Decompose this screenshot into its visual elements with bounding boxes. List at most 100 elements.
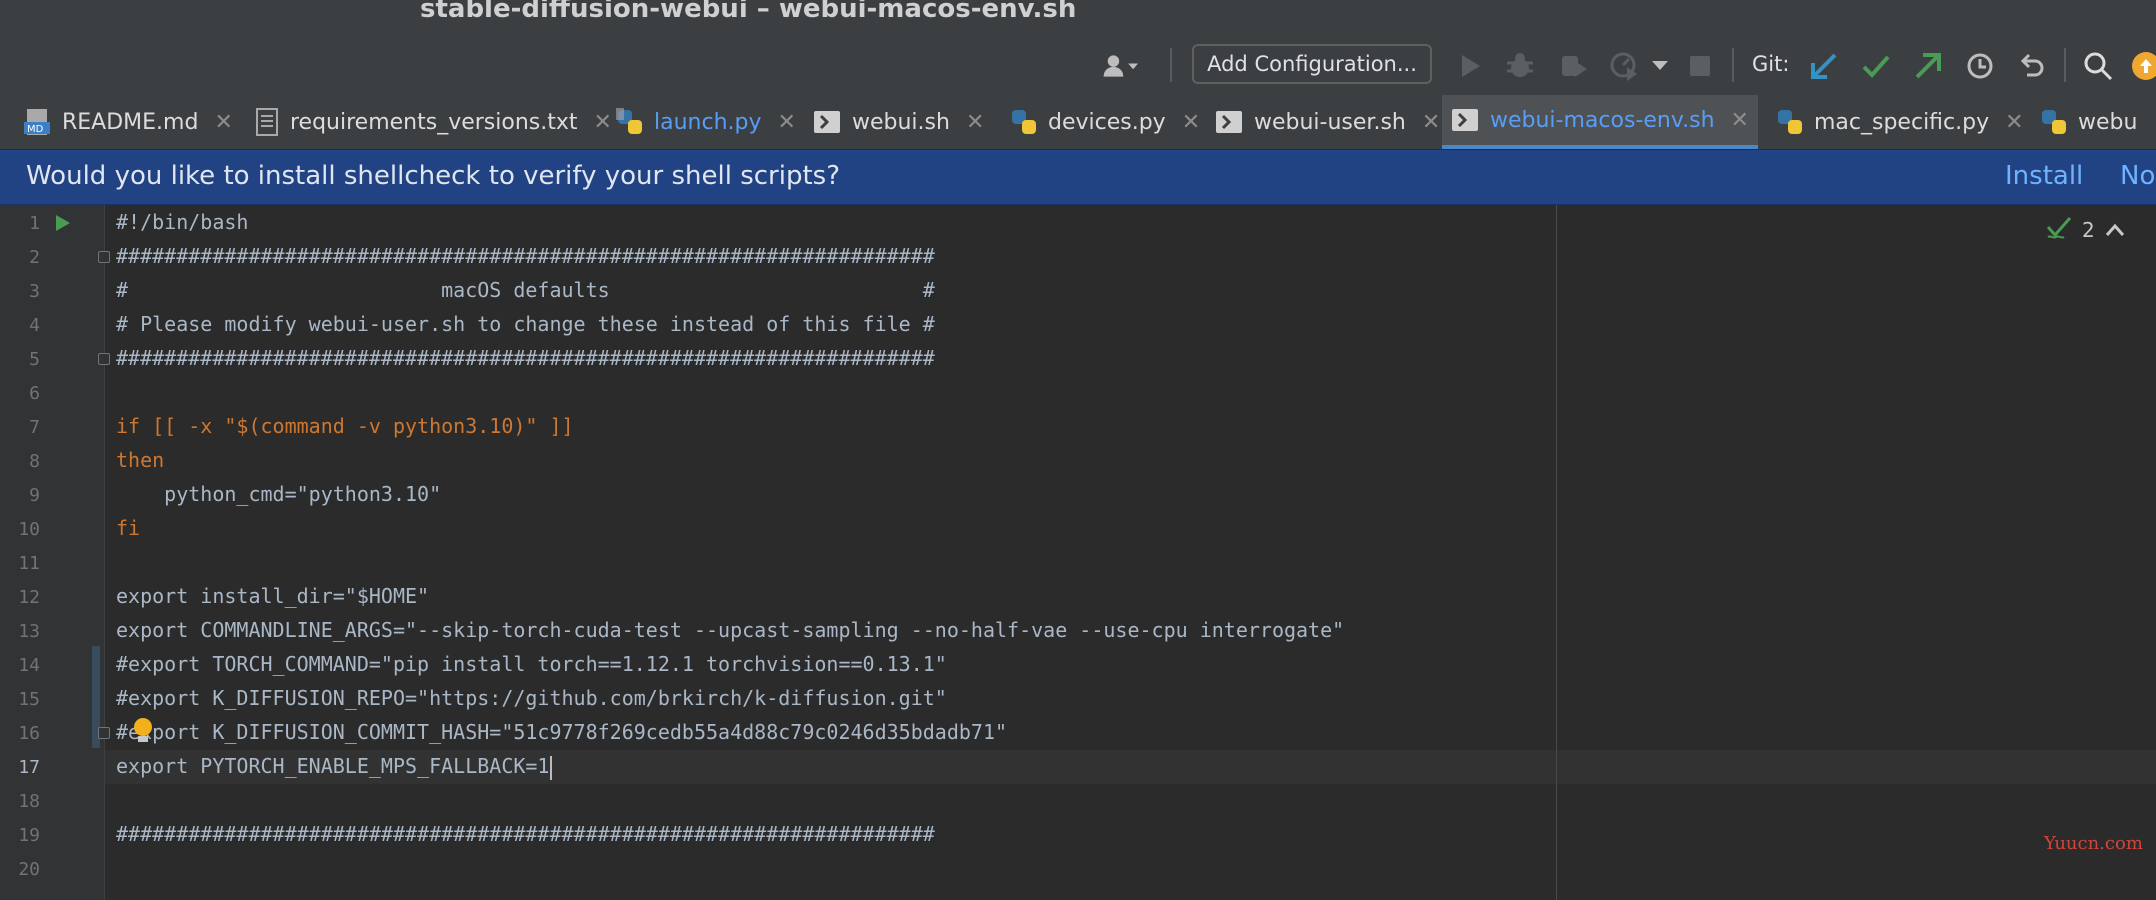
line-number: 9 — [29, 485, 40, 506]
search-icon[interactable] — [2080, 48, 2116, 84]
svg-text:MD: MD — [27, 124, 44, 135]
code-line-3: # macOS defaults # — [116, 278, 935, 302]
watermark: Yuucn.com — [2044, 833, 2143, 854]
add-configuration-button[interactable]: Add Configuration... — [1192, 44, 1432, 84]
line-number: 3 — [29, 281, 40, 302]
tab-label: devices.py — [1048, 109, 1166, 135]
no-link[interactable]: No — [2120, 161, 2155, 191]
tab-label: launch.py — [654, 109, 762, 135]
shell-file-icon — [814, 109, 840, 135]
user-icon[interactable] — [1102, 48, 1138, 84]
notification-text: Would you like to install shellcheck to … — [26, 161, 841, 191]
coverage-icon[interactable] — [1556, 48, 1592, 84]
tab-readme[interactable]: MD README.md ✕ — [14, 95, 234, 149]
line-number: 11 — [18, 553, 40, 574]
chevron-down-icon[interactable] — [1642, 48, 1678, 84]
tab-label: webui.sh — [852, 109, 950, 135]
python-file-icon — [2040, 109, 2066, 135]
python-file-icon — [616, 108, 642, 135]
history-icon[interactable] — [1962, 48, 1998, 84]
line-number: 2 — [29, 247, 40, 268]
toolbar-separator — [1170, 48, 1172, 82]
line-number: 6 — [29, 383, 40, 404]
tab-mac-specific-py[interactable]: mac_specific.py ✕ — [1766, 95, 2024, 149]
fold-icon[interactable] — [98, 727, 110, 739]
git-commit-icon[interactable] — [1858, 48, 1894, 84]
run-icon[interactable] — [1452, 48, 1488, 84]
chevron-up-icon[interactable] — [2105, 218, 2125, 242]
git-push-icon[interactable] — [1910, 48, 1946, 84]
tab-devices-py[interactable]: devices.py ✕ — [1000, 95, 1200, 149]
intention-bulb-icon[interactable] — [132, 717, 154, 749]
code-line-9: python_cmd="python3.10" — [116, 482, 442, 506]
tab-requirements-versions[interactable]: requirements_versions.txt ✕ — [246, 95, 612, 149]
shellcheck-notification-bar: Would you like to install shellcheck to … — [0, 150, 2156, 205]
fold-icon[interactable] — [98, 251, 110, 263]
check-icon — [2046, 215, 2072, 244]
code-line-2: ########################################… — [116, 244, 935, 268]
close-icon[interactable]: ✕ — [214, 110, 232, 135]
stop-icon[interactable] — [1682, 48, 1718, 84]
tab-webui-sh[interactable]: webui.sh ✕ — [804, 95, 984, 149]
code-line-13: export COMMANDLINE_ARGS="--skip-torch-cu… — [116, 618, 1345, 642]
code-line-4: # Please modify webui-user.sh to change … — [116, 312, 935, 336]
code-line-16: #export K_DIFFUSION_COMMIT_HASH="51c9778… — [116, 720, 1008, 744]
code-line-7: if [[ -x "$(command -v python3.10)" ]] — [116, 414, 574, 438]
close-icon[interactable]: ✕ — [1422, 110, 1440, 135]
git-update-icon[interactable] — [1806, 48, 1842, 84]
line-number: 20 — [18, 859, 40, 880]
tab-label: requirements_versions.txt — [290, 109, 578, 135]
close-icon[interactable]: ✕ — [966, 110, 984, 135]
code-line-12: export install_dir="$HOME" — [116, 584, 430, 608]
code-line-19: ########################################… — [116, 822, 935, 846]
tab-webui-py[interactable]: webu — [2030, 95, 2156, 149]
line-number: 19 — [18, 825, 40, 846]
line-number: 10 — [18, 519, 40, 540]
close-icon[interactable]: ✕ — [778, 110, 796, 135]
close-icon[interactable]: ✕ — [2005, 110, 2023, 135]
code-line-10: fi — [116, 516, 141, 540]
line-number: 8 — [29, 451, 40, 472]
markdown-file-icon: MD — [24, 109, 50, 135]
tab-label: webui-macos-env.sh — [1490, 107, 1715, 133]
text-file-icon — [256, 108, 278, 136]
run-gutter-icon[interactable] — [54, 213, 72, 237]
line-number: 17 — [18, 757, 40, 778]
code-editor[interactable]: 1 2 3 4 5 6 7 8 9 10 11 12 13 14 15 16 1… — [0, 205, 2156, 900]
line-number: 4 — [29, 315, 40, 336]
close-icon[interactable]: ✕ — [1731, 108, 1749, 133]
shell-file-icon — [1216, 109, 1242, 135]
close-icon[interactable]: ✕ — [1182, 110, 1200, 135]
python-file-icon — [1010, 109, 1036, 135]
line-number: 14 — [18, 655, 40, 676]
window-title: stable-diffusion-webui – webui-macos-env… — [420, 0, 1077, 24]
tab-webui-macos-env-sh[interactable]: webui-macos-env.sh ✕ — [1442, 95, 1758, 149]
install-link[interactable]: Install — [2005, 161, 2083, 191]
inspection-count: 2 — [2082, 217, 2095, 242]
code-line-17: export PYTORCH_ENABLE_MPS_FALLBACK=1 — [116, 749, 553, 783]
text-caret — [550, 755, 553, 780]
code-content[interactable]: #!/bin/bash ############################… — [116, 205, 2156, 900]
line-number: 12 — [18, 587, 40, 608]
inspection-widget[interactable]: 2 — [2046, 215, 2125, 244]
editor-tab-bar: MD README.md ✕ requirements_versions.txt… — [0, 95, 2156, 150]
revert-icon[interactable] — [2014, 48, 2050, 84]
code-line-5: ########################################… — [116, 346, 935, 370]
tab-launch-py[interactable]: launch.py ✕ — [606, 95, 796, 149]
fold-icon[interactable] — [98, 353, 110, 365]
tab-label: README.md — [62, 109, 199, 135]
tab-webui-user-sh[interactable]: webui-user.sh ✕ — [1206, 95, 1440, 149]
tab-label: webui-user.sh — [1254, 109, 1406, 135]
title-bar: stable-diffusion-webui – webui-macos-env… — [0, 0, 2156, 95]
line-number: 16 — [18, 723, 40, 744]
debug-icon[interactable] — [1502, 48, 1538, 84]
line-number: 18 — [18, 791, 40, 812]
profile-icon[interactable] — [1606, 48, 1642, 84]
update-icon[interactable] — [2128, 48, 2156, 84]
line-number: 7 — [29, 417, 40, 438]
toolbar-separator — [1732, 48, 1734, 82]
code-line-15: #export K_DIFFUSION_REPO="https://github… — [116, 686, 947, 710]
line-number: 5 — [29, 349, 40, 370]
tab-label: webu — [2078, 109, 2138, 135]
git-label: Git: — [1752, 52, 1790, 76]
